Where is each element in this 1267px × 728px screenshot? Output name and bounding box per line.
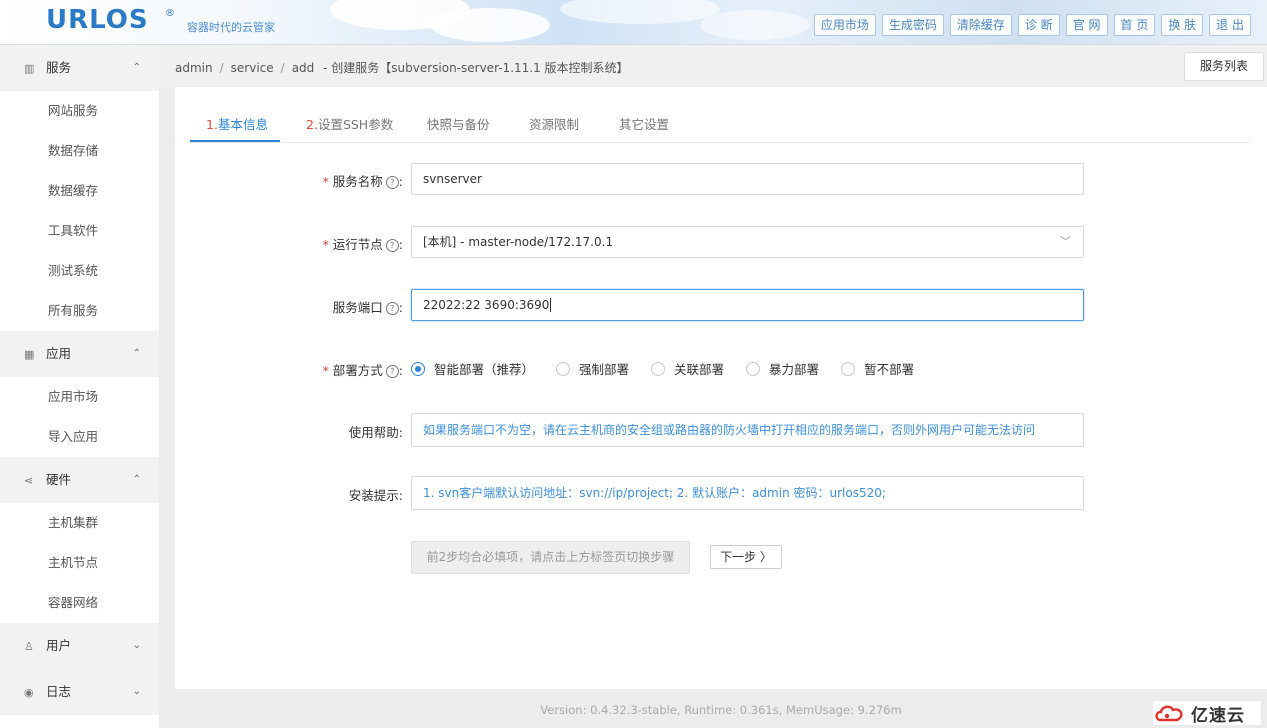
- service-name-label: * 服务名称?:: [322, 174, 403, 189]
- sidebar-group-hardware[interactable]: ⋖ 硬件 ⌃: [0, 457, 159, 503]
- server-icon: ▥: [24, 62, 35, 75]
- install-tips-text: 1. svn客户端默认访问地址：svn://ip/project; 2. 默认账…: [411, 476, 1084, 510]
- sidebar-group-label: 用户: [46, 638, 72, 653]
- nav-app-market-button[interactable]: 应用市场: [813, 14, 876, 36]
- deploy-brute-radio[interactable]: 暴力部署: [746, 359, 819, 378]
- app-logo[interactable]: URLOS: [46, 5, 149, 35]
- help-icon: ?: [385, 239, 399, 252]
- cloud-logo-icon: [1155, 705, 1183, 722]
- usage-help-label: 使用帮助:: [348, 425, 403, 440]
- sidebar-item-container-network[interactable]: 容器网络: [0, 583, 159, 623]
- main-panel: 1.基本信息 2.设置SSH参数 快照与备份 资源限制 其它设置 * 服务名称?:…: [175, 87, 1267, 689]
- tab-resource-limits[interactable]: 资源限制: [529, 114, 579, 133]
- run-node-select[interactable]: [本机] - master-node/172.17.0.1 ﹀: [411, 226, 1084, 258]
- sidebar: ▥ 服务 ⌃ 网站服务 数据存储 数据缓存 工具软件 测试系统 所有服务 ▦ 应用 …: [0, 45, 159, 728]
- service-port-input[interactable]: 22022:22 3690:3690: [411, 289, 1084, 321]
- sidebar-group-logs[interactable]: ◉ 日志 ⌄: [0, 669, 159, 715]
- sidebar-group-label: 日志: [46, 684, 72, 699]
- run-node-selected-value: [本机] - master-node/172.17.0.1: [423, 235, 614, 249]
- sidebar-group-label: 应用: [46, 346, 72, 361]
- active-tab-indicator: [190, 140, 280, 142]
- nav-diagnose-button[interactable]: 诊 断: [1017, 14, 1060, 36]
- sidebar-item-import-app[interactable]: 导入应用: [0, 417, 159, 457]
- required-steps-hint-button: 前2步均合必填项，请点击上方标签页切换步骤: [411, 541, 690, 574]
- sidebar-item-test-systems[interactable]: 测试系统: [0, 251, 159, 291]
- run-node-label: * 运行节点?:: [322, 237, 403, 252]
- next-step-button[interactable]: 下一步 〉: [710, 545, 782, 569]
- breadcrumb-service[interactable]: service: [231, 61, 274, 75]
- breadcrumb-bar: admin / service / add - 创建服务【subversion-serv…: [159, 45, 1267, 87]
- chevron-down-icon: ⌄: [132, 640, 141, 651]
- tab-ssh-params[interactable]: 2.设置SSH参数: [306, 114, 393, 133]
- nav-official-site-button[interactable]: 官 网: [1065, 14, 1108, 36]
- nav-skin-button[interactable]: 换 肤: [1161, 14, 1204, 36]
- tab-basic-info[interactable]: 1.基本信息: [206, 114, 268, 133]
- nav-generate-password-button[interactable]: 生成密码: [881, 14, 944, 36]
- sidebar-group-users[interactable]: ♙ 用户 ⌄: [0, 623, 159, 669]
- nav-logout-button[interactable]: 退 出: [1209, 14, 1251, 36]
- tab-other-settings[interactable]: 其它设置: [619, 114, 669, 133]
- app-slogan: 容器时代的云管家: [187, 21, 275, 34]
- watermark-text: 亿速云: [1191, 705, 1245, 726]
- top-nav: 应用市场 生成密码 清除缓存 诊 断 官 网 首 页 换 肤 退 出: [813, 14, 1251, 36]
- watermark: 亿速云: [1153, 701, 1261, 726]
- registered-mark: ®: [165, 8, 175, 19]
- breadcrumb: admin / service / add - 创建服务【subversion-serv…: [175, 61, 629, 75]
- sidebar-item-data-cache[interactable]: 数据缓存: [0, 171, 159, 211]
- deploy-method-radio-group: 智能部署（推荐） 强制部署 关联部署 暴力部署 暂不部署: [411, 359, 936, 378]
- chevron-down-icon: ﹀: [1060, 235, 1071, 248]
- share-icon: ⋖: [24, 474, 34, 487]
- usage-help-text: 如果服务端口不为空，请在云主机商的安全组或路由器的防火墙中打开相应的服务端口，否…: [411, 413, 1084, 447]
- sidebar-item-app-market[interactable]: 应用市场: [0, 377, 159, 417]
- page-title: - 创建服务【subversion-server-1.11.1 版本控制系统】: [323, 61, 629, 75]
- install-tips-label: 安装提示:: [348, 488, 403, 503]
- tab-snapshot-backup[interactable]: 快照与备份: [427, 114, 490, 133]
- breadcrumb-add: add: [291, 61, 315, 75]
- help-icon: ?: [385, 302, 399, 315]
- sidebar-item-tools[interactable]: 工具软件: [0, 211, 159, 251]
- deploy-method-label: * 部署方式?:: [322, 363, 403, 378]
- deploy-force-radio[interactable]: 强制部署: [556, 359, 629, 378]
- cloud-decoration: [430, 8, 550, 42]
- chevron-down-icon: ⌄: [132, 686, 141, 697]
- cloud-decoration: [560, 0, 720, 24]
- eye-icon: ◉: [24, 686, 34, 699]
- service-list-button[interactable]: 服务列表: [1184, 52, 1264, 81]
- sidebar-item-website-services[interactable]: 网站服务: [0, 91, 159, 131]
- footer-version-info: Version: 0.4.32.3-stable, Runtime: 0.361…: [540, 703, 902, 717]
- sidebar-item-all-services[interactable]: 所有服务: [0, 291, 159, 331]
- sidebar-item-host-node[interactable]: 主机节点: [0, 543, 159, 583]
- sidebar-item-data-storage[interactable]: 数据存储: [0, 131, 159, 171]
- help-icon: ?: [385, 365, 399, 378]
- chevron-up-icon: ⌃: [132, 348, 141, 359]
- step-tabs: 1.基本信息 2.设置SSH参数 快照与备份 资源限制 其它设置: [190, 107, 1250, 143]
- service-port-label: 服务端口?:: [332, 300, 403, 315]
- chevron-up-icon: ⌃: [132, 474, 141, 485]
- chevron-up-icon: ⌃: [132, 62, 141, 73]
- sidebar-group-label: 服务: [46, 60, 72, 75]
- sidebar-item-host-cluster[interactable]: 主机集群: [0, 503, 159, 543]
- sidebar-group-apps[interactable]: ▦ 应用 ⌃: [0, 331, 159, 377]
- breadcrumb-admin[interactable]: admin: [175, 61, 213, 75]
- deploy-none-radio[interactable]: 暂不部署: [841, 359, 914, 378]
- deploy-linked-radio[interactable]: 关联部署: [651, 359, 724, 378]
- nav-home-button[interactable]: 首 页: [1113, 14, 1156, 36]
- top-header: URLOS ® 容器时代的云管家 应用市场 生成密码 清除缓存 诊 断 官 网 …: [0, 0, 1267, 45]
- deploy-smart-radio[interactable]: 智能部署（推荐）: [411, 359, 534, 378]
- sidebar-group-services[interactable]: ▥ 服务 ⌃: [0, 45, 159, 91]
- nav-clear-cache-button[interactable]: 清除缓存: [949, 14, 1012, 36]
- cloud-decoration: [700, 10, 810, 40]
- service-name-input[interactable]: svnserver: [411, 163, 1084, 195]
- sidebar-group-label: 硬件: [46, 472, 72, 487]
- help-icon: ?: [385, 176, 399, 189]
- grid-icon: ▦: [24, 348, 35, 361]
- user-icon: ♙: [24, 640, 34, 653]
